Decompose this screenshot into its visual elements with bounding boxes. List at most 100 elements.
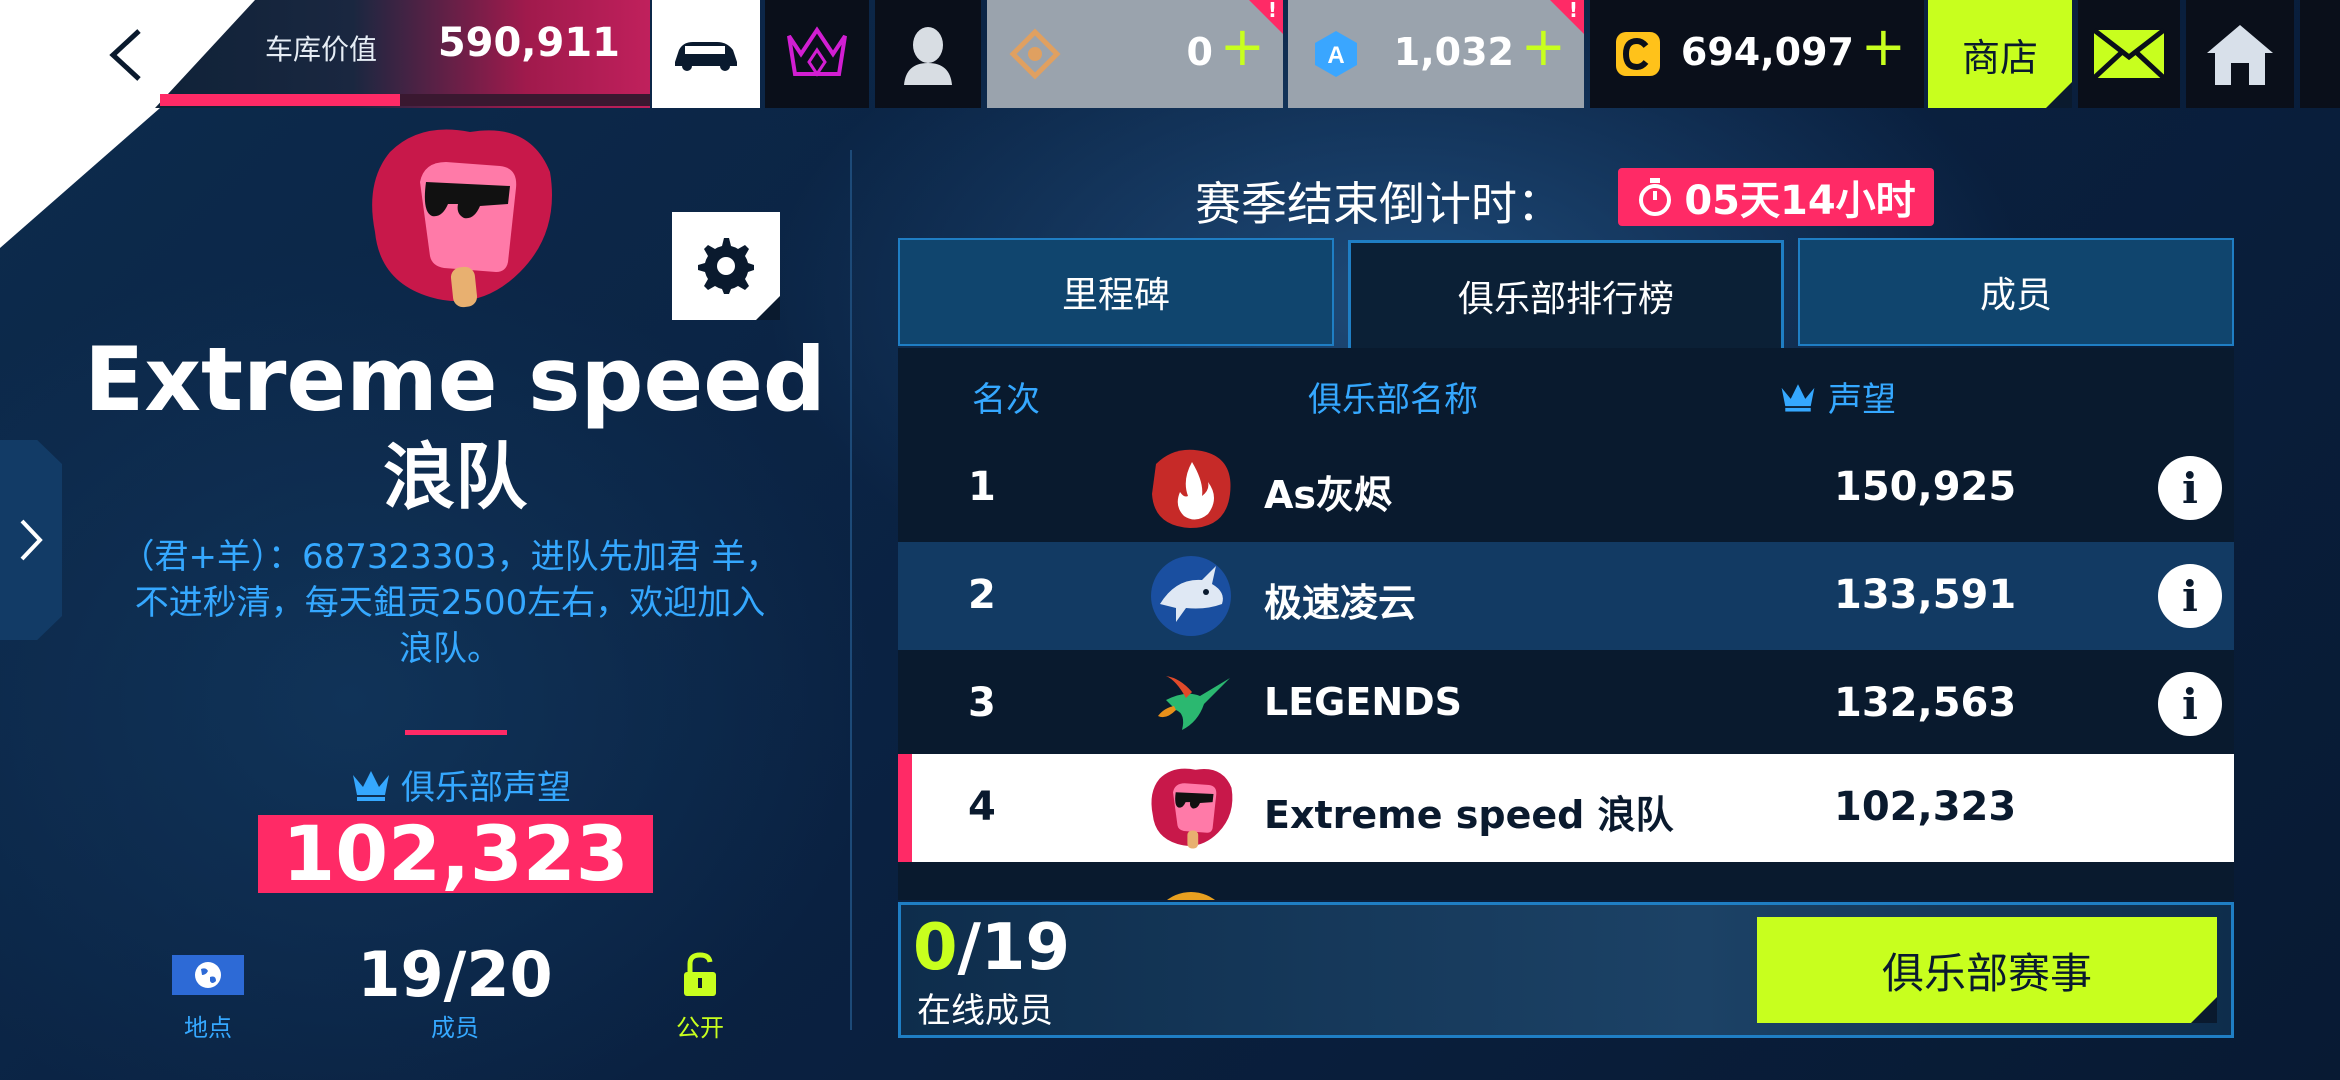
club-name: Extreme speed [84,328,826,431]
privacy-label: 公开 [676,1014,724,1042]
a-token-icon: A [1315,31,1357,77]
avatar-icon [904,27,952,85]
garage-value: 590,911 [437,20,620,66]
credits-icon [1616,32,1660,76]
corner-notch [756,296,780,320]
panel-divider [850,150,852,1030]
car-icon [675,42,737,71]
table-row[interactable]: 2 极速凌云 133,591 i [898,542,2234,650]
mail-icon [2092,28,2166,80]
club-description: （君+羊）：687323303，进队先加君 羊，不进秒清，每天鉏贡2500左右，… [120,537,780,669]
location-flag[interactable] [172,955,244,995]
club-reputation-label: 俱乐部声望 [340,760,580,809]
topbar-end [2300,0,2340,108]
own-club-marker [898,754,912,862]
row-rank: 3 [968,680,996,726]
table-row[interactable]: 1 As灰烬 150,925 i [898,434,2234,542]
blueprint-currency[interactable]: 0 + ! [987,0,1283,108]
mail-button[interactable] [2078,0,2180,108]
globe-icon [195,962,221,988]
tab-milestones[interactable]: 里程碑 [898,238,1334,346]
row-club-name: 极速凌云 [1264,581,1417,625]
header-rank: 名次 [972,380,1040,420]
token-add-icon[interactable]: + [1220,20,1265,74]
gear-icon [698,238,754,294]
online-members-count: 0/19 [913,911,1070,985]
top-bar: 车库价值 590,911 0 + ! A 1,032 + ! 694,097 +… [0,0,2340,248]
legend-pass-button[interactable] [765,0,869,108]
token-value: 0 [1186,30,1213,74]
row-reputation: 150,925 [1834,464,2017,510]
tab-members[interactable]: 成员 [1798,238,2234,346]
online-count: 0 [913,911,958,985]
season-countdown-value: 05天14小时 [1684,178,1916,224]
divider [405,730,507,735]
token-icon [1009,28,1061,80]
table-row-own-club[interactable]: 4 Extreme speed 浪队 102,323 [898,754,2234,862]
table-row-partial[interactable] [898,878,2234,900]
club-logo-hummingbird [1158,676,1230,730]
club-logo [372,129,552,308]
club-reputation-value: 102,323 [258,815,653,893]
club-name-suffix: 浪队 [382,435,527,519]
row-club-name: LEGENDS [1264,680,1463,724]
club-logo-shark [1151,556,1231,636]
club-settings-button[interactable] [672,212,780,320]
reputation-label-text: 俱乐部声望 [401,768,571,808]
shop-label: 商店 [1961,35,2038,80]
profile-button[interactable] [875,0,981,108]
credits-add-icon[interactable]: + [1861,20,1906,74]
table-row[interactable]: 3 LEGENDS 132,563 i [898,650,2234,758]
info-icon[interactable]: i [2158,672,2222,736]
row-rank: 2 [968,572,996,618]
garage-button[interactable] [652,0,760,108]
corner-notch [2046,82,2072,108]
info-icon[interactable]: i [2158,456,2222,520]
header-reputation-text: 声望 [1828,380,1896,420]
home-icon [2207,25,2273,85]
row-reputation: 132,563 [1834,680,2017,726]
chevron-right-icon [20,519,43,561]
back-button[interactable] [90,22,160,88]
stopwatch-icon [1639,178,1672,216]
info-icon[interactable]: i [2158,564,2222,628]
season-countdown-badge: 05天14小时 [1618,168,1934,226]
a-token-add-icon[interactable]: + [1521,20,1566,74]
row-club-name: As灰烬 [1264,473,1393,517]
header-club-name: 俱乐部名称 [1308,380,1478,420]
online-total: /19 [957,911,1070,985]
members-count: 19/20 [357,938,553,1011]
club-events-button[interactable]: 俱乐部赛事 [1757,917,2217,1023]
club-logo-popsicle [1151,768,1233,849]
row-reputation: 102,323 [1834,784,2017,830]
location-label: 地点 [184,1014,232,1042]
online-members-label: 在线成员 [917,991,1053,1031]
home-button[interactable] [2186,0,2294,108]
header-reputation: 声望 [1778,372,2078,421]
tab-club-leaderboard[interactable]: 俱乐部排行榜 [1348,240,1784,348]
tokens-currency[interactable]: A 1,032 + ! [1288,0,1584,108]
crown-icon [1781,383,1815,412]
credits-currency[interactable]: 694,097 + [1590,0,1924,108]
club-logo-flame [1152,449,1231,528]
garage-progress-fill [160,94,400,106]
crown-emblem-icon [787,26,847,77]
garage-value-label: 车库价值 [265,33,378,66]
shop-button[interactable]: 商店 [1928,0,2072,108]
row-rank: 1 [968,464,996,510]
bottom-panel: 0/19 在线成员 俱乐部赛事 [898,902,2234,1038]
side-expand-tab[interactable] [0,440,62,640]
credits-value: 694,097 [1680,30,1854,74]
crown-icon [353,770,389,801]
svg-text:A: A [1327,42,1344,69]
corner-notch [2191,997,2217,1023]
unlock-icon [684,952,716,996]
season-countdown-label: 赛季结束倒计时： [1195,177,1563,231]
members-label: 成员 [431,1014,479,1042]
row-club-name: Extreme speed 浪队 [1264,793,1674,837]
row-reputation: 133,591 [1834,572,2017,618]
chevron-left-icon [109,29,141,81]
leaderboard-table: 名次 俱乐部名称 声望 1 As灰烬 150,925 i 2 极速凌云 133,… [898,348,2234,900]
a-token-value: 1,032 [1393,30,1514,74]
club-events-label: 俱乐部赛事 [1881,948,2092,998]
